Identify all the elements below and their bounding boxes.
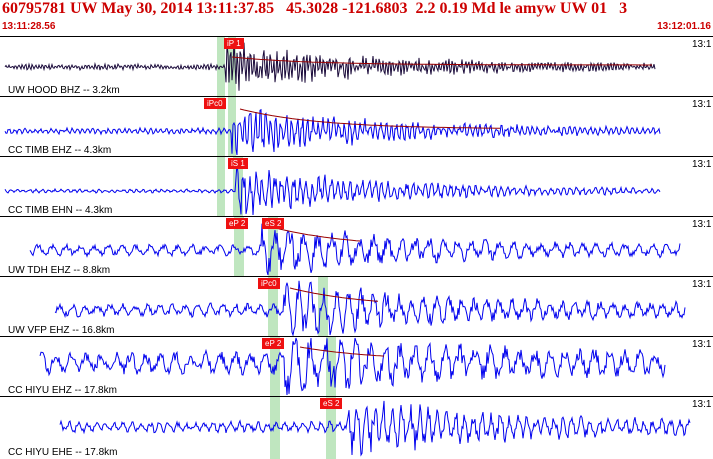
trace-label: CC HIYU EHZ -- 17.8km bbox=[8, 385, 117, 396]
trace-panel-hiyu-ehe[interactable]: eS 2 13:1 CC HIYU EHE -- 17.8km bbox=[0, 396, 713, 459]
phase-pick[interactable]: eP 2 bbox=[262, 338, 285, 349]
time-tick-label: 13:1 bbox=[692, 279, 712, 290]
phase-pick[interactable]: iPc0 bbox=[258, 278, 280, 289]
phase-pick[interactable]: iS 1 bbox=[228, 158, 248, 169]
phase-pick[interactable]: eS 2 bbox=[262, 218, 285, 229]
time-tick-label: 13:1 bbox=[692, 99, 712, 110]
trace-panel-hiyu-ehz[interactable]: eP 2 13:1 CC HIYU EHZ -- 17.8km bbox=[0, 336, 713, 397]
trace-panel-timb-ehn[interactable]: iS 1 13:1 CC TIMB EHN -- 4.3km bbox=[0, 156, 713, 217]
trace-label: UW HOOD BHZ -- 3.2km bbox=[8, 85, 120, 96]
phase-pick[interactable]: iP 1 bbox=[224, 38, 244, 49]
phase-pick[interactable]: iPc0 bbox=[204, 98, 226, 109]
time-tick-label: 13:1 bbox=[692, 399, 712, 410]
event-header: 60795781 UW May 30, 2014 13:11:37.85 45.… bbox=[0, 0, 713, 36]
time-tick-label: 13:1 bbox=[692, 339, 712, 350]
end-time: 13:12:01.16 bbox=[657, 21, 711, 32]
trace-label: CC TIMB EHN -- 4.3km bbox=[8, 205, 113, 216]
start-time: 13:11:28.56 bbox=[2, 21, 56, 32]
time-tick-label: 13:1 bbox=[692, 39, 712, 50]
waveform-line bbox=[59, 400, 691, 457]
waveform-line bbox=[54, 280, 686, 337]
coda-line bbox=[299, 346, 385, 357]
coda-line bbox=[289, 287, 379, 302]
trace-label: CC HIYU EHE -- 17.8km bbox=[8, 447, 118, 458]
time-tick-label: 13:1 bbox=[692, 159, 712, 170]
waveform-line bbox=[39, 337, 666, 396]
coda-line bbox=[239, 108, 500, 129]
waveform-line bbox=[29, 223, 681, 276]
trace-panel-vfp-ehz[interactable]: iPc0 13:1 UW VFP EHZ -- 16.8km bbox=[0, 276, 713, 337]
waveform-line bbox=[4, 40, 656, 91]
trace-panel-hood-bhz[interactable]: iP 1 13:1 UW HOOD BHZ -- 3.2km bbox=[0, 36, 713, 97]
phase-pick[interactable]: eP 2 bbox=[226, 218, 249, 229]
trace-label: CC TIMB EHZ -- 4.3km bbox=[8, 145, 112, 156]
seismogram-viewer: 60795781 UW May 30, 2014 13:11:37.85 45.… bbox=[0, 0, 713, 459]
trace-panel-timb-ehz[interactable]: iPc0 13:1 CC TIMB EHZ -- 4.3km bbox=[0, 96, 713, 157]
time-tick-label: 13:1 bbox=[692, 219, 712, 230]
phase-pick[interactable]: eS 2 bbox=[320, 398, 343, 409]
trace-panel-tdh-ehz[interactable]: eP 2 eS 2 13:1 UW TDH EHZ -- 8.8km bbox=[0, 216, 713, 277]
trace-label: UW VFP EHZ -- 16.8km bbox=[8, 325, 115, 336]
event-title: 60795781 UW May 30, 2014 13:11:37.85 45.… bbox=[2, 0, 628, 17]
trace-label: UW TDH EHZ -- 8.8km bbox=[8, 265, 111, 276]
